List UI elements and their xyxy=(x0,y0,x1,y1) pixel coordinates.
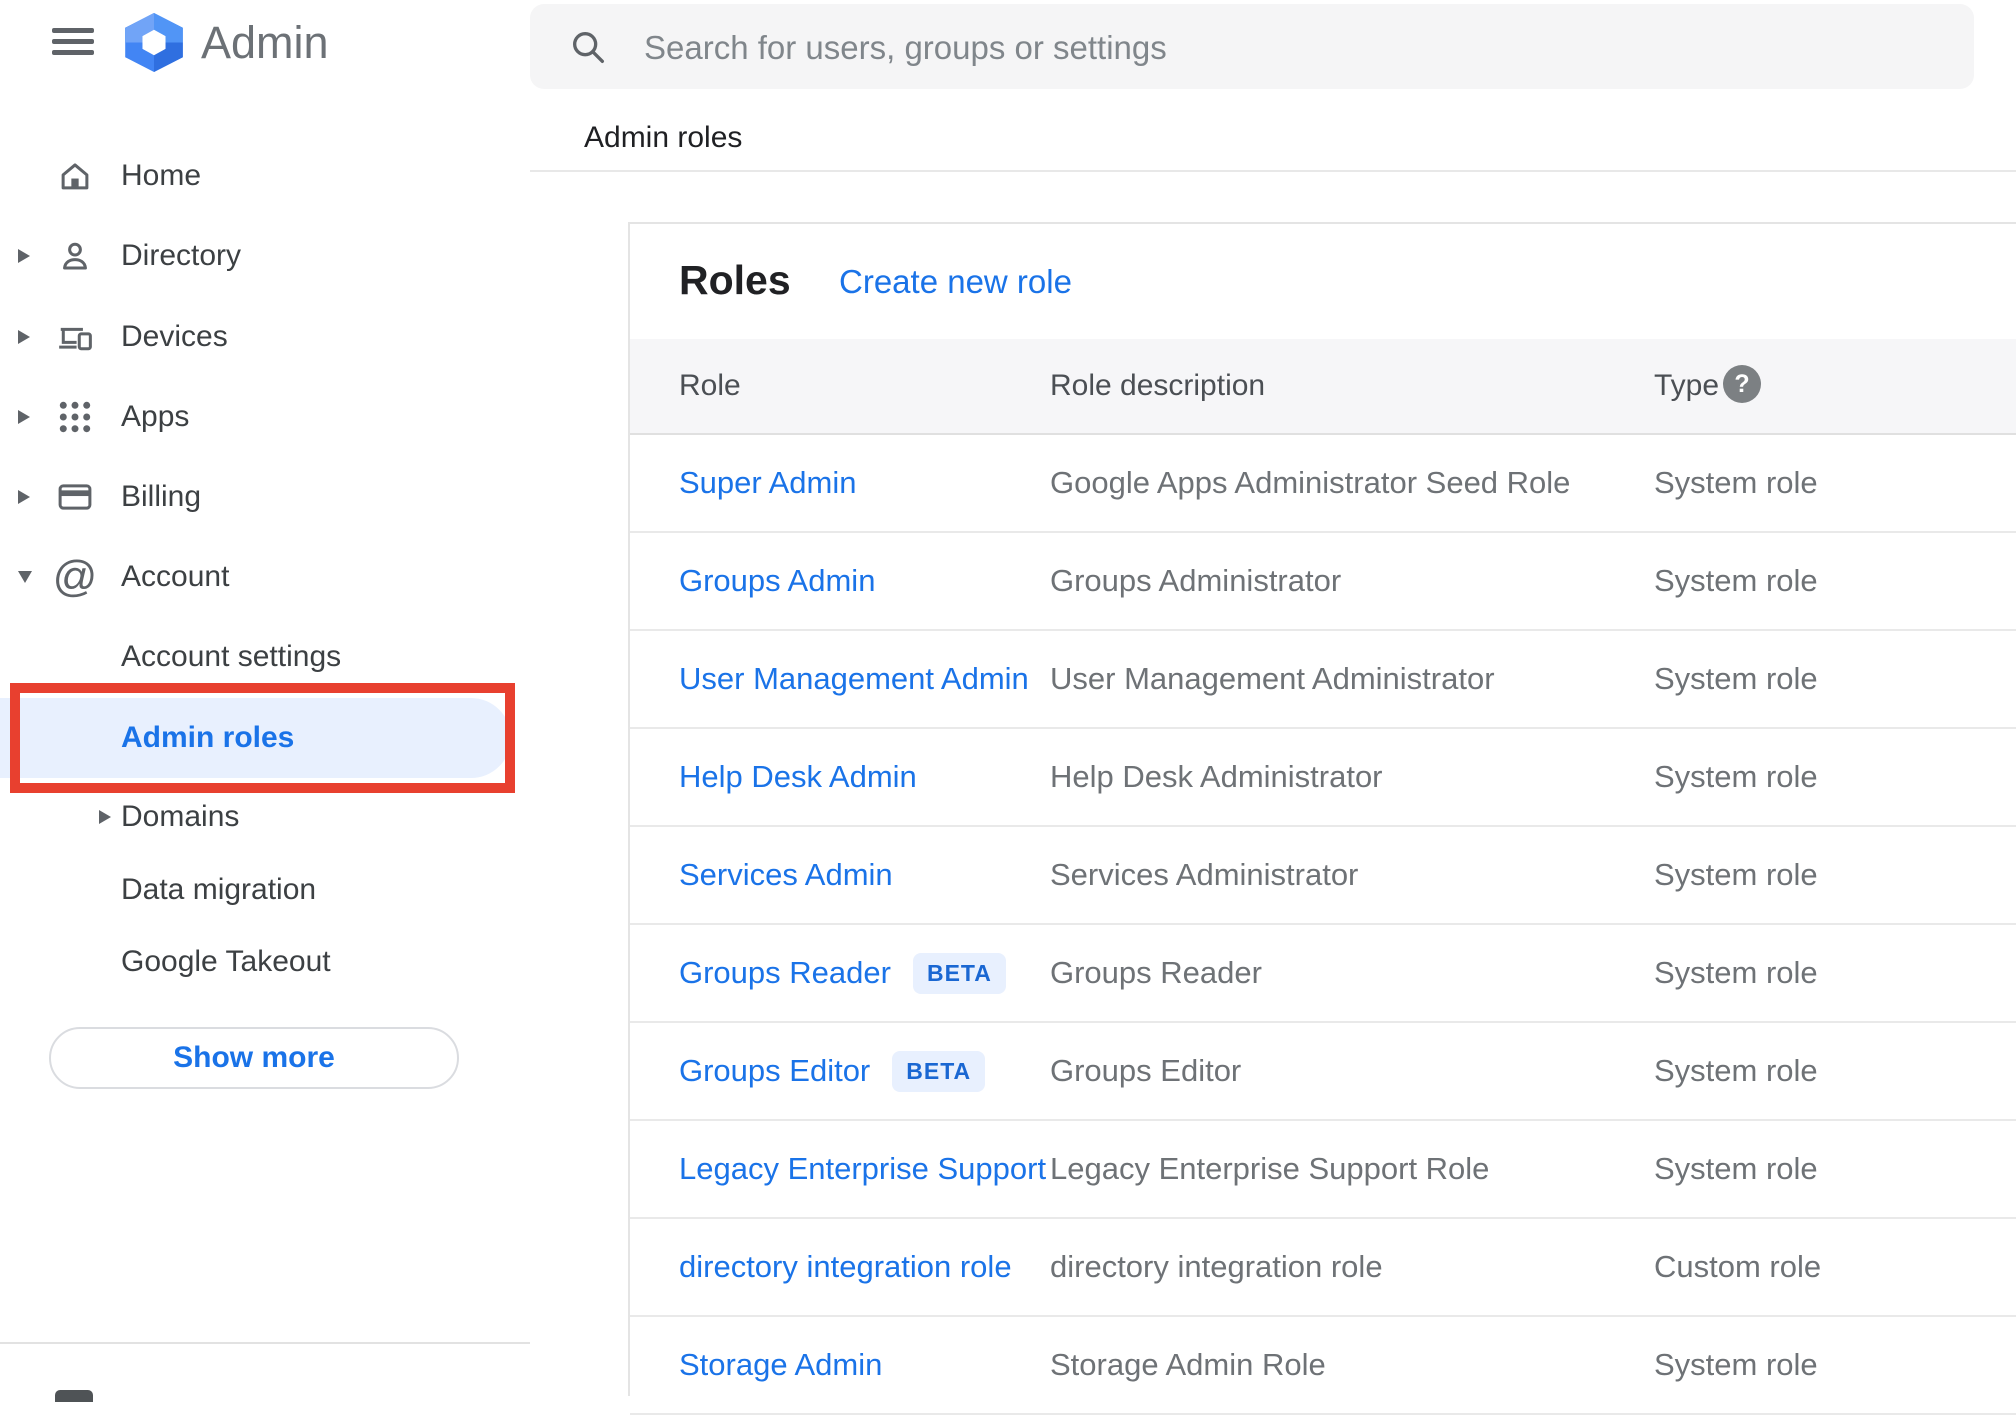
table-row: Groups Editor BETA Groups Editor System r… xyxy=(630,1023,2016,1121)
search-input[interactable] xyxy=(642,4,1956,91)
sidebar-item-billing[interactable]: Billing xyxy=(0,457,511,537)
search-icon xyxy=(568,27,608,72)
role-description: directory integration role xyxy=(1050,1249,1383,1284)
sidebar-item-label: Google Takeout xyxy=(121,945,331,978)
sidebar-item-label: Data migration xyxy=(121,873,317,906)
sidebar-item-label: Account xyxy=(121,560,230,593)
expand-arrow-icon xyxy=(18,330,30,344)
sidebar-item-apps[interactable]: Apps xyxy=(0,377,511,457)
admin-hexagon-logo-icon xyxy=(125,13,183,72)
sidebar-item-home[interactable]: Home xyxy=(0,136,511,216)
role-link[interactable]: Groups Admin xyxy=(679,533,875,629)
table-row: Storage Admin Storage Admin Role System … xyxy=(630,1317,2016,1415)
role-type: System role xyxy=(1654,955,1818,990)
apps-icon xyxy=(55,397,95,437)
table-row: Services Admin Services Administrator Sy… xyxy=(630,827,2016,925)
table-row: User Management Admin User Management Ad… xyxy=(630,631,2016,729)
sidebar-item-label: Domains xyxy=(121,800,240,833)
role-description: Google Apps Administrator Seed Role xyxy=(1050,465,1571,500)
role-type: System role xyxy=(1654,1151,1818,1186)
sidebar-divider xyxy=(0,1342,530,1344)
beta-badge: BETA xyxy=(892,1050,986,1092)
role-description: Groups Administrator xyxy=(1050,563,1342,598)
role-type: Custom role xyxy=(1654,1249,1822,1284)
role-link[interactable]: Storage Admin xyxy=(679,1317,882,1413)
expand-arrow-icon xyxy=(18,490,30,504)
logo-text: Admin xyxy=(201,16,329,68)
search-bar xyxy=(530,4,1974,91)
role-link[interactable]: Help Desk Admin xyxy=(679,729,917,825)
admin-logo: Admin xyxy=(122,13,329,72)
role-link[interactable]: Legacy Enterprise Support xyxy=(679,1121,1046,1217)
role-link[interactable]: Services Admin xyxy=(679,827,893,923)
sidebar-item-google-takeout[interactable]: Google Takeout xyxy=(0,922,511,1002)
role-link[interactable]: directory integration role xyxy=(679,1219,1012,1315)
create-new-role-link[interactable]: Create new role xyxy=(839,263,1072,301)
help-icon[interactable]: ? xyxy=(1723,365,1761,403)
sidebar-item-data-migration[interactable]: Data migration xyxy=(0,850,511,930)
role-description: Services Administrator xyxy=(1050,857,1359,892)
column-header-role: Role xyxy=(679,369,741,402)
role-link[interactable]: Groups Editor BETA xyxy=(679,1023,986,1119)
sidebar-item-devices[interactable]: Devices xyxy=(0,297,511,377)
sidebar-item-label: Directory xyxy=(121,239,242,272)
hamburger-menu-icon[interactable] xyxy=(52,28,94,58)
breadcrumb: Admin roles xyxy=(584,121,743,154)
beta-badge: BETA xyxy=(912,952,1006,994)
sidebar-item-label: Apps xyxy=(121,400,190,433)
home-icon xyxy=(55,156,95,196)
roles-card: Roles Create new role Role Role descript… xyxy=(628,222,2016,1415)
column-header-type: Type xyxy=(1654,369,1720,402)
show-more-button[interactable]: Show more xyxy=(49,1027,459,1089)
table-header-row: Role Role description Type ? xyxy=(630,339,2016,435)
expand-arrow-icon xyxy=(18,410,30,424)
person-icon xyxy=(55,236,95,276)
role-description: User Management Administrator xyxy=(1050,661,1495,696)
role-type: System role xyxy=(1654,465,1818,500)
billing-icon xyxy=(55,477,95,517)
expand-arrow-icon xyxy=(99,810,111,824)
at-icon: @ xyxy=(52,552,98,601)
role-description: Legacy Enterprise Support Role xyxy=(1050,1151,1490,1186)
table-row: Super Admin Google Apps Administrator Se… xyxy=(630,435,2016,533)
role-link[interactable]: User Management Admin xyxy=(679,631,1029,727)
table-row: Help Desk Admin Help Desk Administrator … xyxy=(630,729,2016,827)
role-description: Groups Editor xyxy=(1050,1053,1242,1088)
devices-icon xyxy=(55,317,95,357)
sidebar-item-account[interactable]: @ Account xyxy=(0,537,511,617)
role-type: System role xyxy=(1654,661,1818,696)
role-link[interactable]: Super Admin xyxy=(679,435,857,531)
sidebar-item-label: Home xyxy=(121,159,202,192)
sidebar-item-label: Devices xyxy=(121,320,228,353)
cut-off-icon xyxy=(55,1390,93,1402)
role-description: Groups Reader xyxy=(1050,955,1262,990)
role-link[interactable]: Groups Reader BETA xyxy=(679,925,1006,1021)
collapse-arrow-icon xyxy=(18,571,32,583)
table-row: Groups Admin Groups Administrator System… xyxy=(630,533,2016,631)
role-description: Help Desk Administrator xyxy=(1050,759,1383,794)
role-type: System role xyxy=(1654,857,1818,892)
role-type: System role xyxy=(1654,563,1818,598)
expand-arrow-icon xyxy=(18,249,30,263)
roles-table-body: Super Admin Google Apps Administrator Se… xyxy=(630,435,2016,1415)
role-type: System role xyxy=(1654,1053,1818,1088)
card-title: Roles xyxy=(679,257,791,303)
role-type: System role xyxy=(1654,759,1818,794)
annotation-red-box xyxy=(10,683,515,793)
table-row: directory integration role directory int… xyxy=(630,1219,2016,1317)
sidebar-item-directory[interactable]: Directory xyxy=(0,216,511,296)
header-divider xyxy=(530,170,2016,172)
sidebar-item-label: Billing xyxy=(121,480,202,513)
column-header-description: Role description xyxy=(1050,369,1266,402)
role-type: System role xyxy=(1654,1347,1818,1382)
role-description: Storage Admin Role xyxy=(1050,1347,1326,1382)
sidebar: Admin Home Directory Devices Apps Billin… xyxy=(0,0,530,1402)
sidebar-item-label: Account settings xyxy=(121,640,342,673)
table-row: Legacy Enterprise Support Legacy Enterpr… xyxy=(630,1121,2016,1219)
table-row: Groups Reader BETA Groups Reader System r… xyxy=(630,925,2016,1023)
